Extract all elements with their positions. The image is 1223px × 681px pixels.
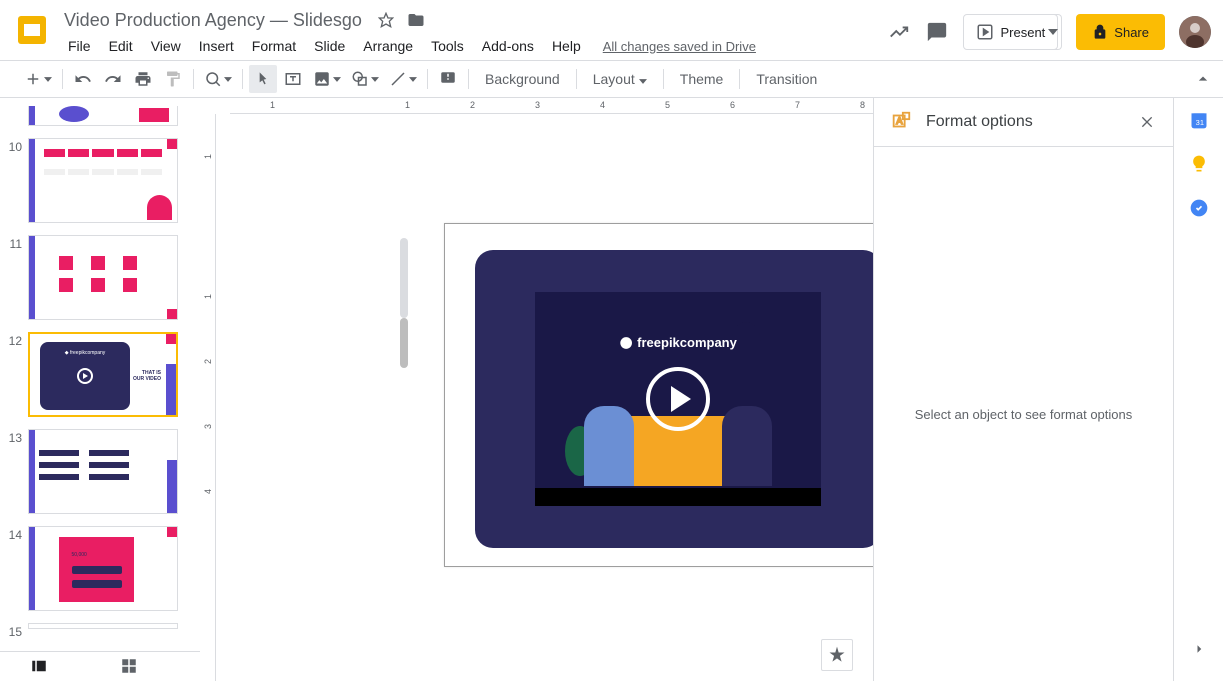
redo-button[interactable] bbox=[99, 65, 127, 93]
layout-button[interactable]: Layout bbox=[583, 67, 657, 91]
user-avatar[interactable] bbox=[1179, 16, 1211, 48]
new-slide-button[interactable] bbox=[20, 65, 56, 93]
undo-button[interactable] bbox=[69, 65, 97, 93]
zoom-button[interactable] bbox=[200, 65, 236, 93]
format-options-panel: A Format options Select an object to see… bbox=[873, 98, 1173, 681]
toolbar: Background Layout Theme Transition bbox=[0, 60, 1223, 98]
format-options-icon: A bbox=[890, 110, 914, 134]
textbox-tool[interactable] bbox=[279, 65, 307, 93]
scrollbar-thumb[interactable] bbox=[400, 318, 408, 368]
close-icon[interactable] bbox=[1137, 112, 1157, 132]
main-area: 10 11 12 ◆ freepikcompany THAT ISOUR VID… bbox=[0, 98, 1223, 681]
current-slide[interactable]: freepikcompany THAT IS OUR VIDEO bbox=[444, 223, 873, 567]
menu-help[interactable]: Help bbox=[544, 34, 589, 58]
line-tool[interactable] bbox=[385, 65, 421, 93]
present-dropdown[interactable] bbox=[1044, 14, 1062, 50]
explore-button[interactable] bbox=[821, 639, 853, 671]
present-label: Present bbox=[1000, 25, 1045, 40]
tasks-icon[interactable] bbox=[1189, 198, 1209, 218]
shape-tool[interactable] bbox=[347, 65, 383, 93]
filmstrip-view-bar bbox=[0, 651, 200, 681]
transition-button[interactable]: Transition bbox=[746, 67, 827, 91]
menu-bar: File Edit View Insert Format Slide Arran… bbox=[60, 34, 887, 58]
slide-filmstrip[interactable]: 10 11 12 ◆ freepikcompany THAT ISOUR VID… bbox=[0, 98, 200, 681]
svg-text:31: 31 bbox=[1195, 118, 1203, 127]
slide-video-element[interactable]: freepikcompany bbox=[475, 250, 873, 548]
comment-tool[interactable] bbox=[434, 65, 462, 93]
slide-thumb-15[interactable] bbox=[28, 623, 178, 629]
document-title[interactable]: Video Production Agency — Slidesgo bbox=[60, 8, 366, 33]
scrollbar[interactable] bbox=[400, 238, 408, 318]
format-panel-title: Format options bbox=[926, 113, 1125, 131]
menu-file[interactable]: File bbox=[60, 34, 99, 58]
menu-arrange[interactable]: Arrange bbox=[355, 34, 421, 58]
image-tool[interactable] bbox=[309, 65, 345, 93]
folder-icon[interactable] bbox=[406, 10, 426, 30]
thumb-num: 11 bbox=[4, 235, 28, 251]
thumb-num: 14 bbox=[4, 526, 28, 542]
slide-thumb-13[interactable] bbox=[28, 429, 178, 514]
star-icon[interactable] bbox=[376, 10, 396, 30]
side-panel-rail: 31 bbox=[1173, 98, 1223, 681]
video-brand-text: freepikcompany bbox=[619, 335, 737, 350]
vertical-ruler: 1 1 2 3 4 bbox=[200, 114, 216, 681]
collapse-toolbar-icon[interactable] bbox=[1193, 69, 1213, 92]
slide-thumb-9[interactable] bbox=[28, 106, 178, 126]
menu-insert[interactable]: Insert bbox=[191, 34, 242, 58]
keep-icon[interactable] bbox=[1189, 154, 1209, 174]
paint-format-button[interactable] bbox=[159, 65, 187, 93]
menu-tools[interactable]: Tools bbox=[423, 34, 472, 58]
print-button[interactable] bbox=[129, 65, 157, 93]
menu-view[interactable]: View bbox=[143, 34, 189, 58]
expand-side-panel-icon[interactable] bbox=[1187, 637, 1211, 661]
slide-thumb-10[interactable] bbox=[28, 138, 178, 223]
horizontal-ruler: 1 1 2 3 4 5 6 7 8 9 bbox=[230, 98, 873, 114]
menu-slide[interactable]: Slide bbox=[306, 34, 353, 58]
slides-logo[interactable] bbox=[12, 10, 52, 50]
thumb-num: 15 bbox=[4, 623, 28, 639]
activity-icon[interactable] bbox=[887, 20, 911, 44]
app-header: Video Production Agency — Slidesgo File … bbox=[0, 0, 1223, 60]
slide-thumb-11[interactable] bbox=[28, 235, 178, 320]
comments-icon[interactable] bbox=[925, 20, 949, 44]
format-panel-placeholder: Select an object to see format options bbox=[874, 146, 1173, 681]
share-label: Share bbox=[1114, 25, 1149, 40]
select-tool[interactable] bbox=[249, 65, 277, 93]
slide-thumb-12-selected[interactable]: ◆ freepikcompany THAT ISOUR VIDEO bbox=[28, 332, 178, 417]
menu-edit[interactable]: Edit bbox=[101, 34, 141, 58]
thumb-num: 10 bbox=[4, 138, 28, 154]
drive-save-status[interactable]: All changes saved in Drive bbox=[603, 39, 756, 54]
share-button[interactable]: Share bbox=[1076, 14, 1165, 50]
slide-thumb-14[interactable]: 50,000 bbox=[28, 526, 178, 611]
menu-format[interactable]: Format bbox=[244, 34, 304, 58]
menu-addons[interactable]: Add-ons bbox=[474, 34, 542, 58]
slide-canvas-area[interactable]: 1 1 2 3 4 5 6 7 8 9 1 1 2 3 4 bbox=[200, 98, 873, 681]
calendar-icon[interactable]: 31 bbox=[1189, 110, 1209, 130]
theme-button[interactable]: Theme bbox=[670, 67, 734, 91]
play-icon[interactable] bbox=[646, 367, 710, 431]
grid-view-icon[interactable] bbox=[120, 657, 140, 677]
thumb-num: 13 bbox=[4, 429, 28, 445]
filmstrip-view-icon[interactable] bbox=[30, 657, 50, 677]
background-button[interactable]: Background bbox=[475, 67, 570, 91]
thumb-num: 12 bbox=[4, 332, 28, 348]
